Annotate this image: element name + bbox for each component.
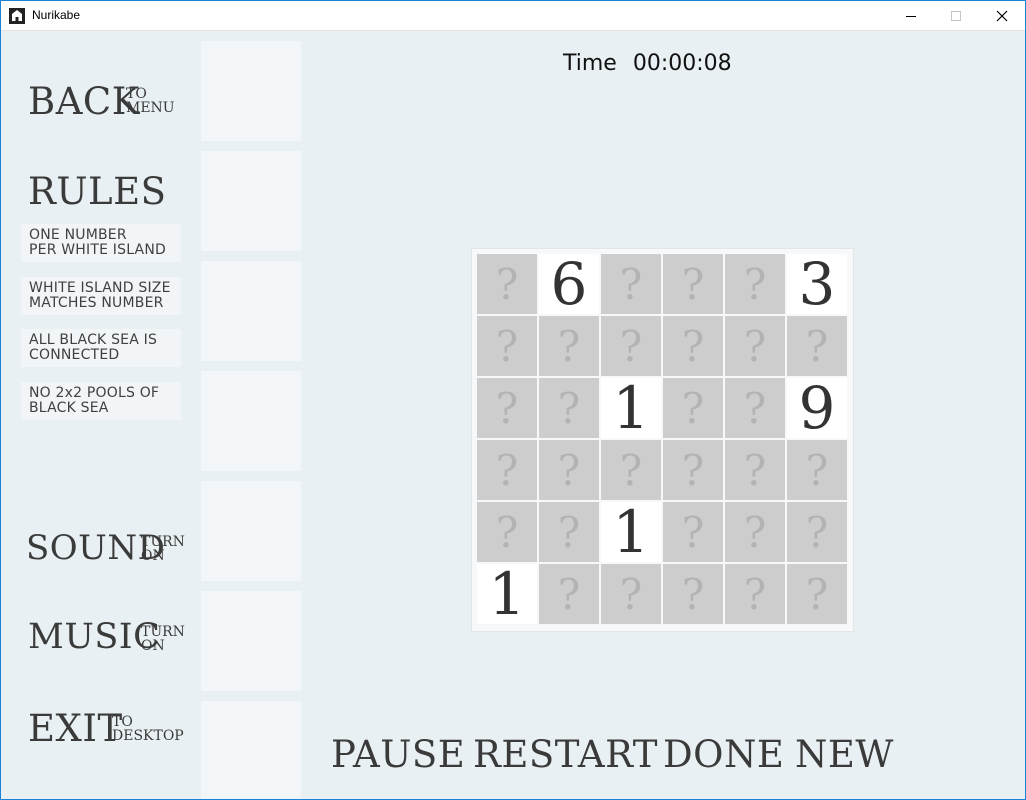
board-cell-unknown[interactable]: ? (787, 316, 847, 376)
board-cell-unknown[interactable]: ? (787, 440, 847, 500)
timer: Time 00:00:08 (563, 51, 732, 76)
side-panel-tile (201, 41, 301, 141)
rule-line: WHITE ISLAND SIZE (29, 280, 171, 296)
exit-sublabel: TO DESKTOP (112, 715, 184, 743)
restart-button[interactable]: RESTART (473, 733, 658, 776)
board-cell-unknown[interactable]: ? (663, 254, 723, 314)
side-panel-tile (201, 701, 301, 800)
title-bar: Nurikabe (0, 0, 1026, 31)
rule-line: MATCHES NUMBER (29, 295, 164, 311)
board-cell-unknown[interactable]: ? (663, 502, 723, 562)
board-cell-unknown[interactable]: ? (663, 440, 723, 500)
board-cell-unknown[interactable]: ? (539, 378, 599, 438)
board-cell-unknown[interactable]: ? (725, 440, 785, 500)
rule-line: BLACK SEA (29, 400, 109, 416)
side-panel-tile (201, 371, 301, 471)
minimize-icon (906, 15, 916, 17)
board-cell-unknown[interactable]: ? (477, 378, 537, 438)
board-cell-unknown[interactable]: ? (725, 378, 785, 438)
board-cell-unknown[interactable]: ? (601, 254, 661, 314)
board-cell-unknown[interactable]: ? (539, 316, 599, 376)
board-cell-unknown[interactable]: ? (663, 316, 723, 376)
board-cell-unknown[interactable]: ? (725, 254, 785, 314)
board-cell-unknown[interactable]: ? (539, 440, 599, 500)
board-cell-number[interactable]: 1 (477, 560, 537, 628)
close-button[interactable] (979, 0, 1025, 31)
board-cell-unknown[interactable]: ? (477, 254, 537, 314)
board-cell-unknown[interactable]: ? (787, 502, 847, 562)
side-panel-tile (201, 261, 301, 361)
rule-item: ONE NUMBER PER WHITE ISLAND (21, 224, 181, 262)
board-cell-unknown[interactable]: ? (601, 316, 661, 376)
board-cell-unknown[interactable]: ? (539, 564, 599, 624)
side-panel-tile (201, 481, 301, 581)
music-sub-line2: ON (141, 638, 165, 654)
board-cell-unknown[interactable]: ? (787, 564, 847, 624)
board-cell-unknown[interactable]: ? (663, 564, 723, 624)
board-cell-number[interactable]: 1 (601, 374, 661, 442)
music-sublabel: TURN ON (141, 625, 185, 653)
exit-label: EXIT (28, 707, 123, 750)
back-label: BACK (28, 80, 140, 123)
rule-line: ALL BLACK SEA IS (29, 332, 158, 348)
window-title: Nurikabe (32, 8, 81, 22)
rule-item: NO 2x2 POOLS OF BLACK SEA (21, 382, 181, 420)
board-cell-number[interactable]: 9 (787, 374, 847, 442)
pause-button[interactable]: PAUSE (331, 733, 465, 776)
sound-sub-line2: ON (141, 548, 165, 564)
rule-line: CONNECTED (29, 347, 120, 363)
puzzle-board: ? 6??? 3???????? 1?? 9???????? 1??? 1????? (471, 248, 854, 632)
board-cell-number[interactable]: 1 (601, 498, 661, 566)
board-cell-unknown[interactable]: ? (477, 502, 537, 562)
close-icon (996, 10, 1008, 21)
rule-line: ONE NUMBER (29, 227, 127, 243)
board-cell-unknown[interactable]: ? (725, 502, 785, 562)
timer-label: Time (563, 51, 617, 76)
maximize-icon (951, 10, 961, 21)
back-sub-line2: MENU (126, 100, 175, 116)
board-cell-number[interactable]: 6 (539, 250, 599, 318)
board-cell-unknown[interactable]: ? (601, 440, 661, 500)
minimize-button[interactable] (888, 0, 934, 31)
new-game-button[interactable]: NEW (795, 733, 894, 776)
back-sublabel: TO MENU (126, 87, 175, 115)
board-cell-unknown[interactable]: ? (477, 316, 537, 376)
rule-item: WHITE ISLAND SIZE MATCHES NUMBER (21, 277, 181, 315)
rule-line: PER WHITE ISLAND (29, 242, 166, 258)
timer-value: 00:00:08 (632, 51, 732, 76)
rule-line: NO 2x2 POOLS OF (29, 385, 160, 401)
maximize-button[interactable] (933, 0, 979, 31)
exit-sub-line2: DESKTOP (112, 728, 184, 744)
board-cell-unknown[interactable]: ? (663, 378, 723, 438)
board-cell-number[interactable]: 3 (787, 250, 847, 318)
sound-sublabel: TURN ON (141, 535, 185, 563)
side-panel-tile (201, 151, 301, 251)
rule-item: ALL BLACK SEA IS CONNECTED (21, 329, 181, 367)
side-panel-tile (201, 591, 301, 691)
board-cell-unknown[interactable]: ? (477, 440, 537, 500)
board-cell-unknown[interactable]: ? (539, 502, 599, 562)
nurikabe-app-icon (9, 8, 25, 24)
rules-heading: RULES (28, 170, 167, 213)
board-cell-unknown[interactable]: ? (725, 564, 785, 624)
board-cell-unknown[interactable]: ? (725, 316, 785, 376)
done-button[interactable]: DONE (663, 733, 784, 776)
board-cell-unknown[interactable]: ? (601, 564, 661, 624)
